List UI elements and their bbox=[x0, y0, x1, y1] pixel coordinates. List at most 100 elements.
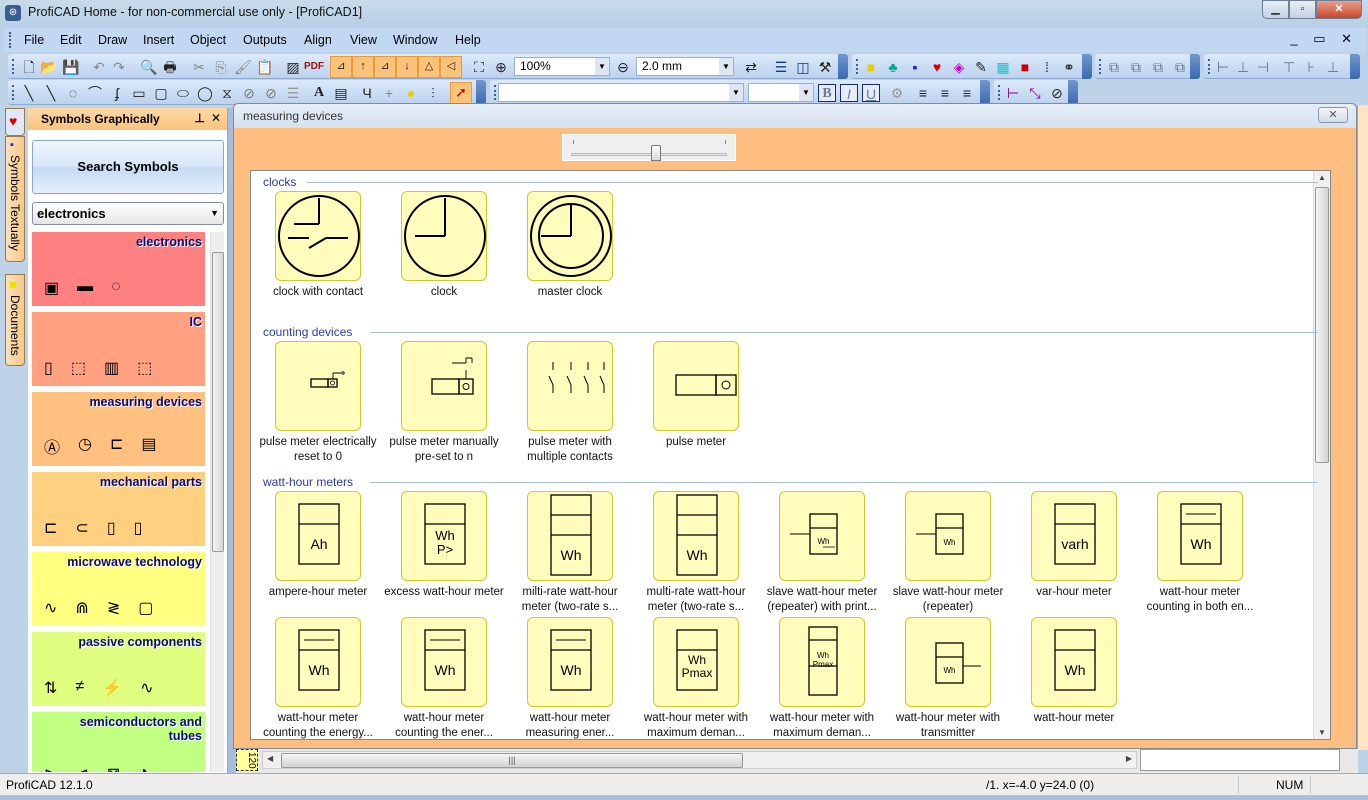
tab-symbols-graphically[interactable]: ♥ bbox=[5, 108, 25, 136]
align-text-right-icon[interactable]: ≡ bbox=[958, 84, 976, 102]
grid-size-select[interactable]: 2.0 mm ▼ bbox=[636, 57, 734, 76]
bring-front-icon[interactable]: ⧉ bbox=[1105, 58, 1123, 76]
symbol-preview-icon[interactable]: ⊂ bbox=[75, 518, 88, 538]
bezier-icon[interactable]: ʄ bbox=[108, 84, 126, 102]
symbol-item[interactable]: Wh multi-rate watt-hour meter (two-rate s… bbox=[633, 491, 759, 615]
symbol-item[interactable]: master clock bbox=[507, 191, 633, 300]
pdf-icon[interactable]: PDF bbox=[304, 58, 324, 76]
toolbar-grip[interactable] bbox=[1099, 59, 1101, 74]
symbol-preview-icon[interactable]: ◷ bbox=[78, 434, 92, 458]
swap-icon[interactable]: ⇄ bbox=[742, 58, 760, 76]
bold-button[interactable]: B bbox=[818, 84, 836, 102]
align-center-icon[interactable]: ⊥ bbox=[1234, 58, 1252, 76]
symbol-preview-icon[interactable]: ⊏ bbox=[44, 518, 57, 538]
vertical-scrollbar[interactable]: ▲ ▼ bbox=[1313, 171, 1330, 739]
category-select[interactable]: electronics ▼ bbox=[32, 202, 224, 225]
rotate-left-icon[interactable]: ⊿ bbox=[330, 56, 352, 78]
toolbar-grip[interactable] bbox=[12, 85, 14, 100]
toolbar-grip[interactable] bbox=[494, 85, 496, 100]
toolbar-grip[interactable] bbox=[1208, 59, 1210, 74]
symbol-thumbnail[interactable]: Wh bbox=[905, 617, 991, 707]
open-icon[interactable]: 📂 bbox=[40, 58, 58, 76]
symbol-item[interactable]: Wh watt-hour meter counting the energy... bbox=[255, 617, 381, 739]
junction-icon[interactable]: + bbox=[380, 84, 398, 102]
symbol-item[interactable]: Wh Pmax watt-hour meter with maximum deman… bbox=[759, 617, 885, 739]
symbol-preview-icon[interactable]: ◌ bbox=[111, 278, 121, 298]
symbol-preview-icon[interactable]: ⊳ bbox=[44, 764, 57, 772]
print-icon[interactable]: 🖶 bbox=[161, 58, 179, 76]
zoom-out-icon[interactable]: ⊖ bbox=[614, 58, 632, 76]
label-icon[interactable]: ● bbox=[402, 84, 420, 102]
symbol-item[interactable]: Wh watt-hour meter counting in both en... bbox=[1137, 491, 1263, 615]
symbol-item[interactable]: Wh watt-hour meter measuring ener... bbox=[507, 617, 633, 739]
font-size-select[interactable]: ▼ bbox=[748, 83, 814, 102]
symbol-item[interactable]: Wh Pmax watt-hour meter with maximum deman… bbox=[633, 617, 759, 739]
rotate-right-icon[interactable]: ⊿ bbox=[374, 56, 396, 78]
category-item[interactable]: semiconductors and tubes ⊳ ⊲ ⊠ ◔ bbox=[32, 712, 205, 772]
category-item[interactable]: microwave technology ∿ ⋒ ≷ ▢ bbox=[32, 552, 205, 626]
dimension-aligned-icon[interactable]: ⤡ bbox=[1026, 84, 1044, 102]
curve-icon[interactable]: ⌒ bbox=[86, 84, 104, 102]
symbol-preview-icon[interactable]: ≠ bbox=[75, 678, 84, 698]
underline-button[interactable]: U bbox=[862, 84, 880, 102]
search-symbols-button[interactable]: Search Symbols bbox=[32, 140, 224, 194]
zoom-select[interactable]: 100% ▼ bbox=[514, 57, 610, 76]
symbol-preview-icon[interactable]: ⊏ bbox=[110, 434, 123, 458]
dimension-diameter-icon[interactable]: ⊘ bbox=[1048, 84, 1066, 102]
symbol-thumbnail[interactable]: Wh Pmax bbox=[653, 617, 739, 707]
text-style-icon[interactable]: ⚙ bbox=[888, 84, 906, 102]
line-icon[interactable]: ╲ bbox=[20, 84, 38, 102]
symbol-thumbnail[interactable]: Wh P> bbox=[401, 491, 487, 581]
symbol-thumbnail[interactable] bbox=[653, 341, 739, 431]
menu-window[interactable]: Window bbox=[393, 33, 437, 47]
symbol-preview-icon[interactable]: ▣ bbox=[44, 278, 59, 298]
symbol-preview-icon[interactable]: ⬚ bbox=[71, 358, 86, 378]
toolbar-options-button[interactable] bbox=[1068, 80, 1078, 105]
category-item[interactable]: passive components ⇅ ≠ ⚡ ∿ bbox=[32, 632, 205, 706]
menu-insert[interactable]: Insert bbox=[143, 33, 174, 47]
symbol-thumbnail[interactable] bbox=[527, 191, 613, 281]
symbol-item[interactable]: Wh slave watt-hour meter (repeater) with … bbox=[759, 491, 885, 615]
symbol-thumbnail[interactable]: Wh bbox=[401, 617, 487, 707]
cut-icon[interactable]: ✂ bbox=[190, 58, 208, 76]
symbol-preview-icon[interactable]: ▥ bbox=[104, 358, 119, 378]
scroll-up-icon[interactable]: ▲ bbox=[1318, 173, 1326, 182]
tools-icon[interactable]: ⚒ bbox=[816, 58, 834, 76]
paragraph-icon[interactable]: ▤ bbox=[332, 84, 350, 102]
symbol-preview-icon[interactable]: ▢ bbox=[138, 598, 153, 618]
symbol-item[interactable]: Wh watt-hour meter bbox=[1011, 617, 1137, 726]
properties-icon[interactable]: ✎ bbox=[972, 58, 990, 76]
symbol-preview-icon[interactable]: ⬚ bbox=[137, 358, 152, 378]
category-item[interactable]: IC ▯ ⬚ ▥ ⬚ bbox=[32, 312, 205, 386]
align-left-icon[interactable]: ⊢ bbox=[1214, 58, 1232, 76]
pin-icon[interactable]: ⊥ bbox=[195, 111, 205, 125]
toolbar-options-button[interactable] bbox=[476, 80, 486, 105]
symbol-preview-icon[interactable]: ◔ bbox=[138, 764, 148, 772]
scroll-thumb[interactable]: ||| bbox=[281, 753, 743, 768]
toolbar-grip[interactable] bbox=[856, 59, 858, 74]
horizontal-scrollbar[interactable]: ◀ ||| ▶ bbox=[262, 751, 1137, 769]
close-icon[interactable]: ✕ bbox=[211, 111, 221, 125]
align-right-icon[interactable]: ⊣ bbox=[1254, 58, 1272, 76]
print-preview-icon[interactable]: 🔍 bbox=[140, 58, 158, 76]
redo-icon[interactable]: ↷ bbox=[110, 58, 128, 76]
symbol-preview-icon[interactable]: ⋒ bbox=[75, 598, 88, 618]
symbol-preview-icon[interactable]: ▯ bbox=[107, 518, 116, 538]
symbol-preview-icon[interactable]: ▤ bbox=[141, 434, 156, 458]
symbol-thumbnail[interactable]: Wh bbox=[905, 491, 991, 581]
tab-documents[interactable]: ■ Documents bbox=[5, 274, 25, 366]
symbol-thumbnail[interactable] bbox=[275, 341, 361, 431]
scroll-down-icon[interactable]: ▼ bbox=[1318, 728, 1326, 737]
tree-icon[interactable]: ♣ bbox=[884, 58, 902, 76]
polyline-icon[interactable]: ╲ bbox=[42, 84, 60, 102]
align-text-left-icon[interactable]: ≡ bbox=[914, 84, 932, 102]
toolbar-options-button[interactable] bbox=[1350, 54, 1360, 79]
heart-icon[interactable]: ♥ bbox=[928, 58, 946, 76]
find-icon[interactable]: ⚭ bbox=[1060, 58, 1078, 76]
tab-symbols-textually[interactable]: ▪ Symbols Textually bbox=[5, 136, 25, 262]
symbol-thumbnail[interactable]: Wh bbox=[653, 491, 739, 581]
forward-icon[interactable]: ⧉ bbox=[1149, 58, 1167, 76]
italic-button[interactable]: I bbox=[840, 84, 858, 102]
wire-icon[interactable]: Ч bbox=[358, 84, 376, 102]
symbol-preview-icon[interactable]: ⚡ bbox=[102, 678, 122, 698]
